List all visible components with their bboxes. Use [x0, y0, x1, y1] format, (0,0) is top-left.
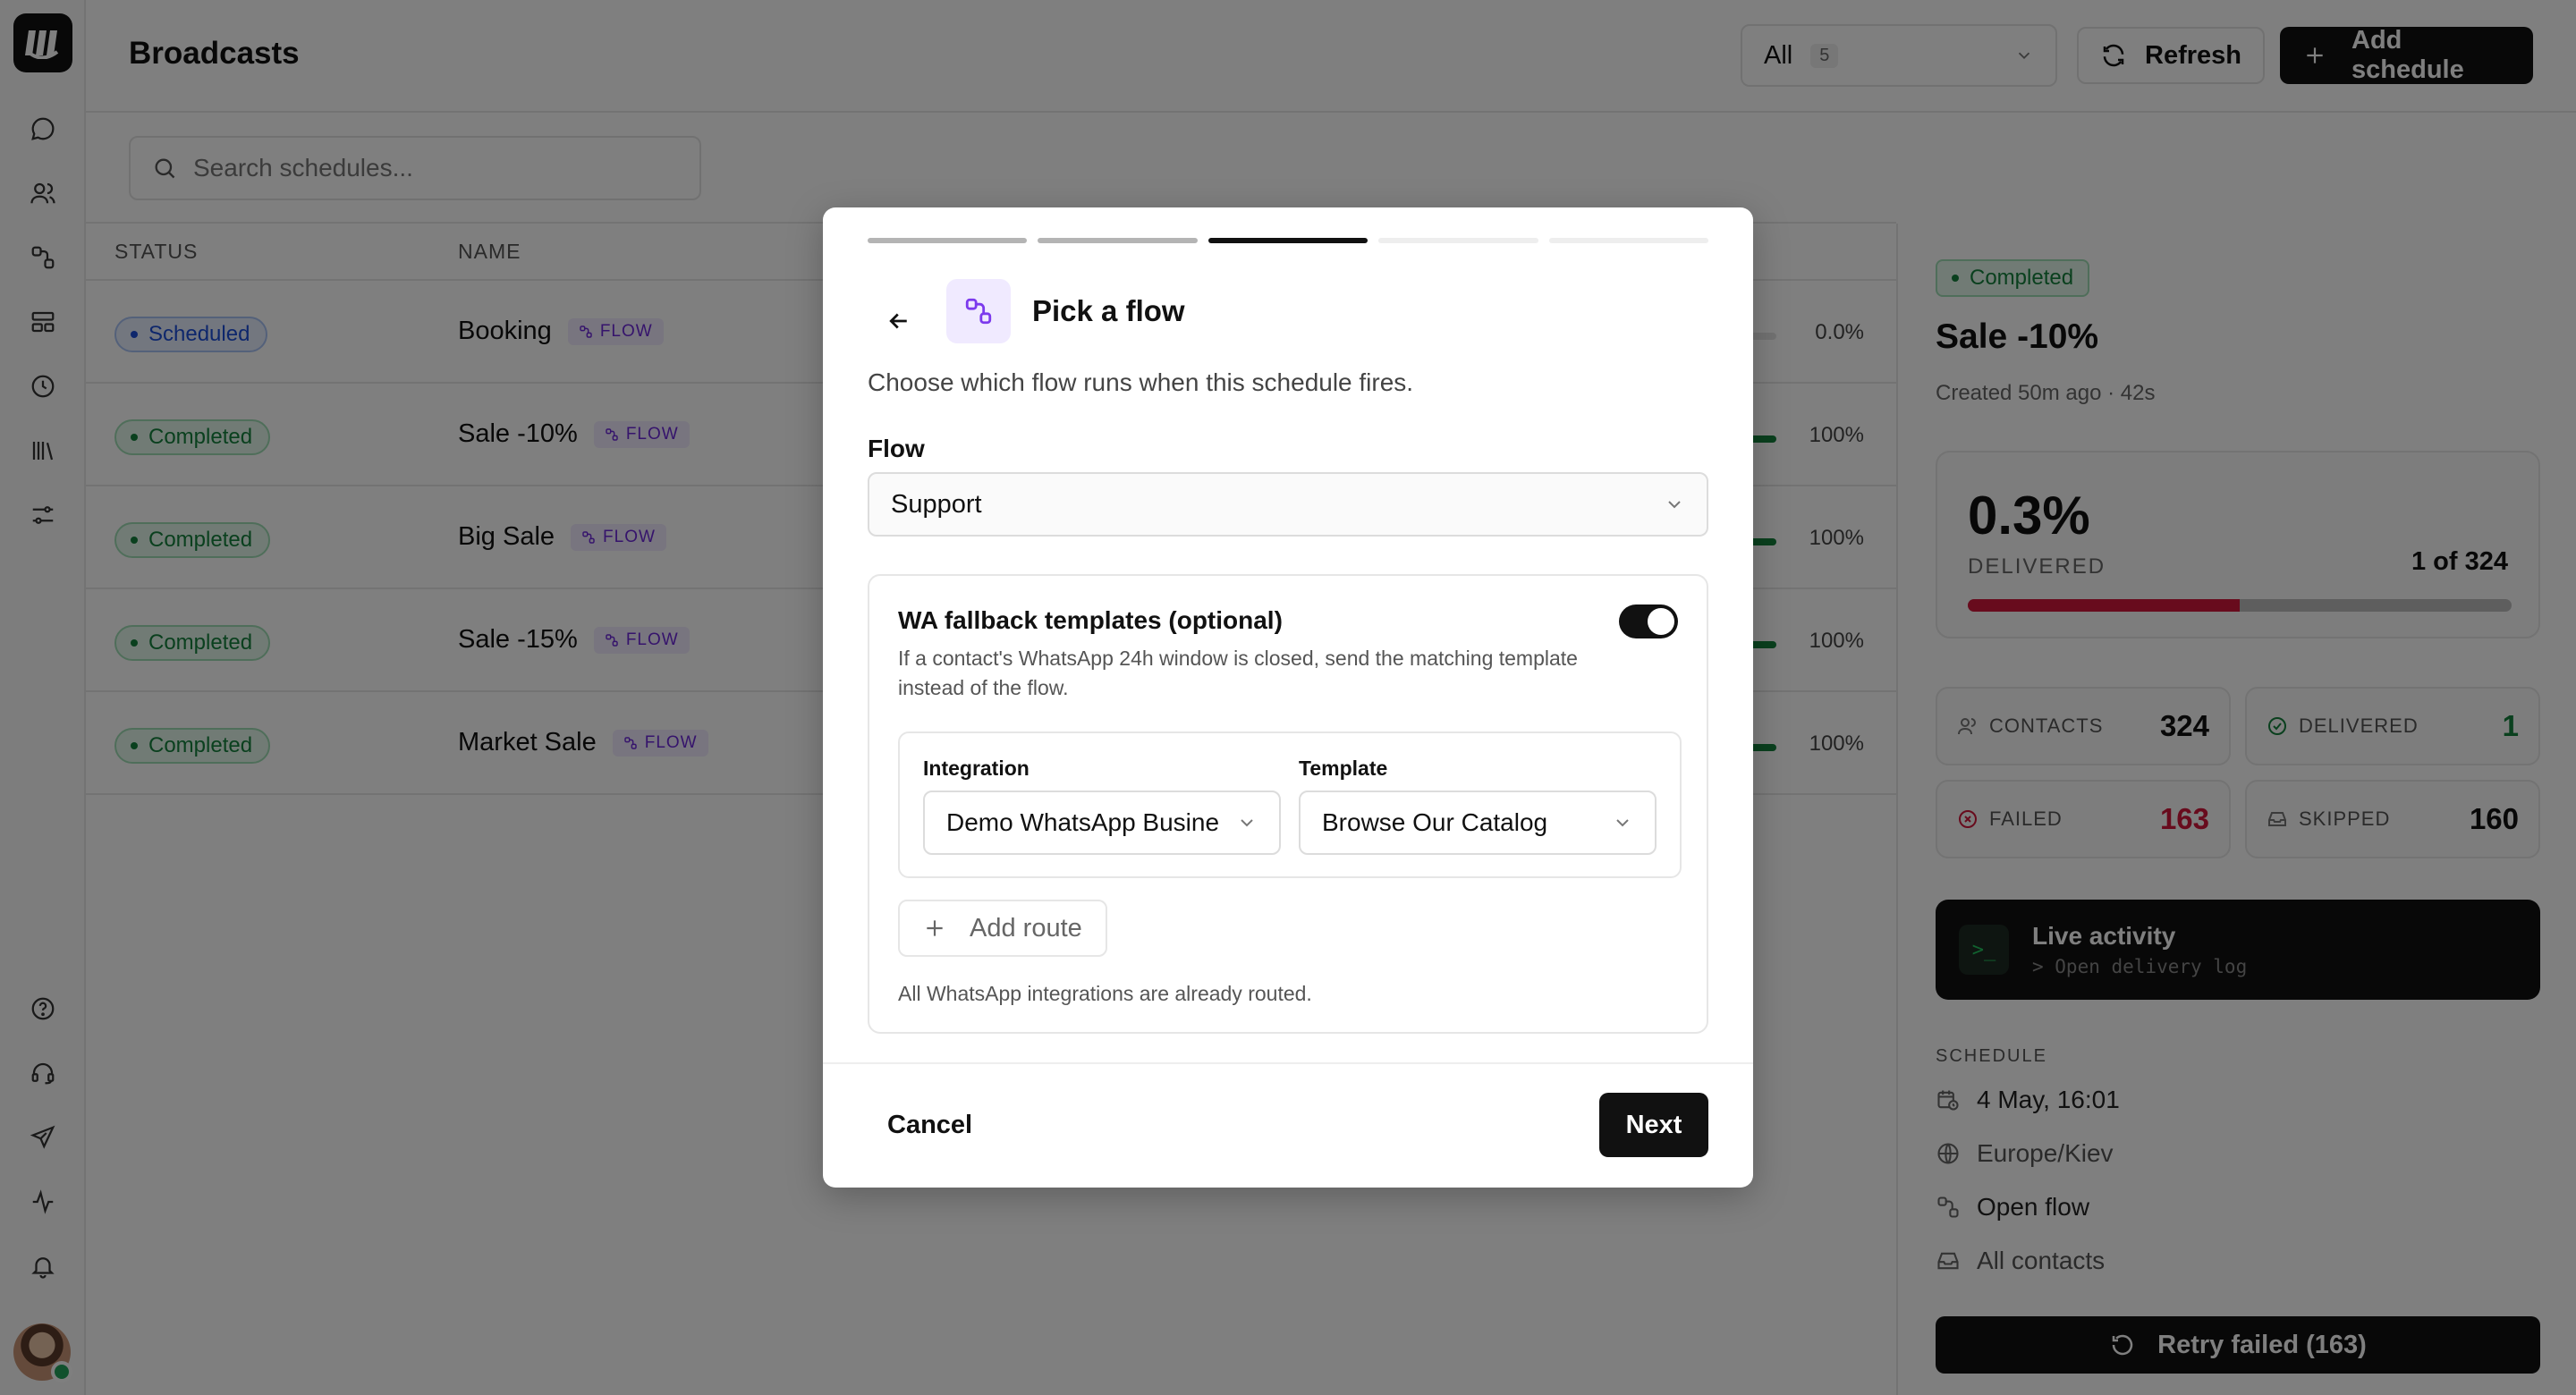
dialog-title: Pick a flow	[1032, 294, 1185, 327]
template-label: Template	[1299, 757, 1388, 780]
dialog-description: Choose which flow runs when this schedul…	[868, 368, 1414, 396]
wizard-step	[1378, 238, 1538, 243]
flow-select-value: Support	[891, 489, 982, 519]
fallback-description: If a contact's WhatsApp 24h window is cl…	[898, 647, 1578, 699]
add-route-button[interactable]: Add route	[898, 900, 1107, 957]
wizard-step	[1548, 238, 1709, 243]
fallback-toggle[interactable]	[1619, 604, 1678, 638]
fallback-route: Integration Demo WhatsApp Busine Templat…	[898, 731, 1682, 878]
wizard-step	[1208, 238, 1368, 243]
back-button[interactable]	[868, 290, 930, 352]
arrow-left-icon	[889, 313, 907, 329]
fallback-title: WA fallback templates (optional)	[898, 606, 1283, 634]
wizard-step	[868, 238, 1028, 243]
integration-select[interactable]: Demo WhatsApp Busine	[923, 790, 1281, 855]
chevron-down-icon	[1601, 812, 1633, 833]
wa-fallback-card: WA fallback templates (optional) If a co…	[868, 574, 1708, 1034]
pick-flow-dialog: Pick a flow Choose which flow runs when …	[823, 207, 1753, 1188]
dialog-footer-divider	[823, 1062, 1753, 1064]
wizard-step	[1038, 238, 1198, 243]
cancel-button[interactable]: Cancel	[868, 1093, 992, 1157]
flow-field-label: Flow	[868, 435, 925, 462]
template-select[interactable]: Browse Our Catalog	[1299, 790, 1657, 855]
fallback-note: All WhatsApp integrations are already ro…	[898, 982, 1312, 1005]
integration-label: Integration	[923, 757, 1030, 780]
chevron-down-icon	[1664, 494, 1685, 515]
flow-icon	[946, 279, 1011, 343]
next-button[interactable]: Next	[1599, 1093, 1708, 1157]
flow-select[interactable]: Support	[868, 472, 1708, 537]
chevron-down-icon	[1225, 812, 1258, 833]
wizard-steps	[868, 238, 1709, 243]
plus-icon	[923, 917, 946, 940]
toggle-knob	[1648, 608, 1674, 635]
